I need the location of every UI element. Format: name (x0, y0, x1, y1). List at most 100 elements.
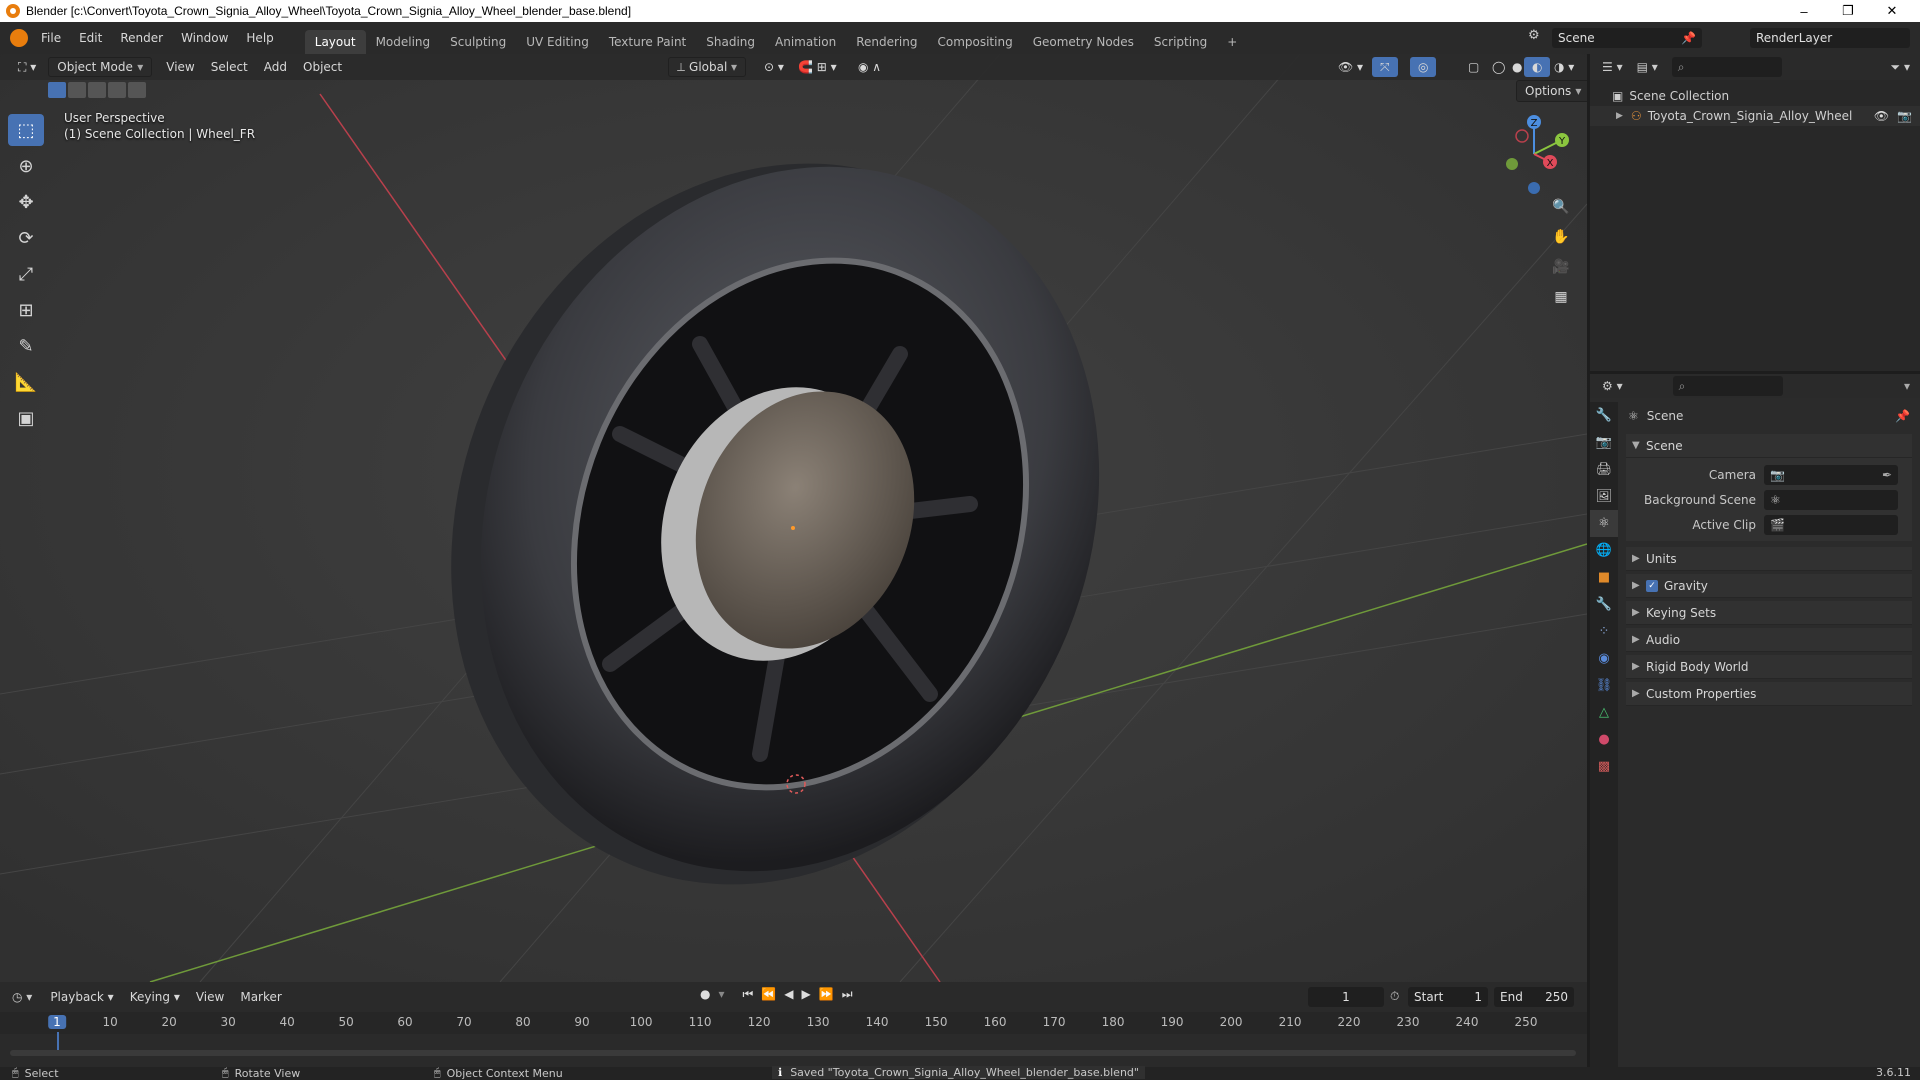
filter-icon[interactable]: ⏷ ▾ (1891, 60, 1910, 75)
eye-icon[interactable]: 👁 (1874, 109, 1889, 123)
menu-playback[interactable]: Playback ▾ (42, 987, 121, 1007)
scene-type-icon[interactable]: ⚙ (1528, 28, 1546, 48)
material-tab-icon[interactable]: ● (1590, 726, 1618, 753)
next-keyframe-icon[interactable]: ⏩ (819, 987, 834, 1002)
context-pin-icon[interactable]: 📌 (1895, 409, 1910, 423)
section-custom-properties[interactable]: ▶ Custom Properties (1626, 682, 1912, 706)
add-cube-tool-icon[interactable]: ▣ (8, 402, 44, 434)
visibility-icon[interactable]: 👁 ▾ (1330, 57, 1371, 77)
blender-menu-icon[interactable] (10, 29, 28, 47)
properties-editor-icon[interactable]: ⚙ ▾ (1602, 379, 1623, 393)
view-layer-tab-icon[interactable]: 🖼 (1590, 483, 1618, 510)
menu-select[interactable]: Select (203, 57, 256, 77)
transform-orientation-dropdown[interactable]: ⟂ Global ▾ (668, 57, 746, 77)
rotate-tool-icon[interactable]: ⟳ (8, 222, 44, 254)
select-extend-icon[interactable] (68, 82, 86, 98)
section-audio[interactable]: ▶ Audio (1626, 628, 1912, 652)
expand-chevron-icon[interactable]: ▶ (1616, 111, 1623, 121)
annotate-tool-icon[interactable]: ✎ (8, 330, 44, 362)
tab-texture-paint[interactable]: Texture Paint (599, 30, 696, 54)
outliner-search-input[interactable]: ⌕ (1671, 57, 1782, 77)
shading-rendered-icon[interactable]: ◑ ▾ (1546, 57, 1582, 77)
properties-search-input[interactable]: ⌕ (1672, 376, 1783, 396)
output-tab-icon[interactable]: 🖨 (1590, 456, 1618, 483)
gravity-checkbox[interactable]: ✓ (1646, 579, 1658, 592)
current-frame-field[interactable]: 1 (1308, 987, 1384, 1007)
3d-viewport[interactable]: ⛶ ▾ Object Mode ▾ View Select Add Object … (0, 54, 1587, 982)
outliner-row-scene-collection[interactable]: ▣ Scene Collection (1590, 86, 1920, 106)
select-invert-icon[interactable] (108, 82, 126, 98)
constraints-tab-icon[interactable]: ⛓ (1590, 672, 1618, 699)
world-tab-icon[interactable]: 🌐 (1590, 537, 1618, 564)
tab-animation[interactable]: Animation (765, 30, 846, 54)
tab-scripting[interactable]: Scripting (1144, 30, 1217, 54)
render-tab-icon[interactable]: 📷 (1590, 429, 1618, 456)
tab-shading[interactable]: Shading (696, 30, 765, 54)
tab-sculpting[interactable]: Sculpting (440, 30, 516, 54)
menu-timeline-view[interactable]: View (188, 987, 232, 1007)
menu-render[interactable]: Render (111, 22, 172, 54)
pin-icon[interactable]: 📌 (1681, 31, 1696, 45)
snap-icon[interactable]: 🧲 ⊞ ▾ (790, 57, 845, 77)
editor-type-icon[interactable]: ⛶ ▾ (10, 57, 44, 77)
menu-file[interactable]: File (32, 22, 70, 54)
tab-layout[interactable]: Layout (304, 30, 366, 54)
options-dropdown[interactable]: Options ▾ (1516, 80, 1587, 102)
play-reverse-icon[interactable]: ◀ (784, 987, 793, 1002)
add-workspace-button[interactable]: + (1217, 30, 1247, 54)
display-mode-icon[interactable]: ▤ ▾ (1637, 60, 1658, 74)
scene-tab-icon[interactable]: ⚛ (1590, 510, 1618, 537)
close-button[interactable]: ✕ (1870, 0, 1914, 22)
menu-view[interactable]: View (158, 57, 202, 77)
camera-field[interactable]: 📷 ✒ (1764, 464, 1898, 485)
section-keying-sets[interactable]: ▶ Keying Sets (1626, 601, 1912, 625)
stopwatch-icon[interactable]: ⏱ (1390, 989, 1399, 1004)
section-scene-header[interactable]: ▼ Scene (1626, 434, 1912, 458)
eyedropper-icon[interactable]: ✒ (1882, 468, 1892, 482)
timeline-scrollbar[interactable] (10, 1050, 1576, 1056)
gizmo-toggle-icon[interactable]: ⤧ (1372, 57, 1398, 77)
status-report[interactable]: ℹ Saved "Toyota_Crown_Signia_Alloy_Wheel… (772, 1066, 1145, 1079)
mode-dropdown[interactable]: Object Mode ▾ (48, 57, 153, 77)
jump-start-icon[interactable]: ⏮ (743, 987, 754, 1002)
scale-tool-icon[interactable]: ⤢ (8, 258, 44, 290)
section-units[interactable]: ▶ Units (1626, 547, 1912, 571)
tab-compositing[interactable]: Compositing (927, 30, 1022, 54)
tab-rendering[interactable]: Rendering (846, 30, 927, 54)
tab-uv-editing[interactable]: UV Editing (516, 30, 599, 54)
minimize-button[interactable]: – (1782, 0, 1826, 22)
scene-field[interactable]: Scene 📌 (1552, 28, 1702, 48)
object-tab-icon[interactable]: ■ (1590, 564, 1618, 591)
particles-tab-icon[interactable]: ⁘ (1590, 618, 1618, 645)
menu-edit[interactable]: Edit (70, 22, 111, 54)
tab-modeling[interactable]: Modeling (366, 30, 441, 54)
data-tab-icon[interactable]: △ (1590, 699, 1618, 726)
measure-tool-icon[interactable]: 📐 (8, 366, 44, 398)
select-intersect-icon[interactable] (128, 82, 146, 98)
menu-keying[interactable]: Keying ▾ (122, 987, 188, 1007)
active-clip-field[interactable]: 🎬 (1764, 514, 1898, 535)
start-frame-field[interactable]: Start 1 (1408, 987, 1488, 1007)
texture-tab-icon[interactable]: ▩ (1590, 753, 1618, 780)
overlay-toggle-icon[interactable]: ◎ (1410, 57, 1437, 77)
move-tool-icon[interactable]: ✥ (8, 186, 44, 218)
section-gravity[interactable]: ▶ ✓ Gravity (1626, 574, 1912, 598)
menu-add[interactable]: Add (256, 57, 295, 77)
select-new-icon[interactable] (48, 82, 66, 98)
menu-help[interactable]: Help (237, 22, 282, 54)
pivot-icon[interactable]: ⊙ ▾ (756, 57, 792, 77)
menu-object[interactable]: Object (295, 57, 350, 77)
record-options-icon[interactable]: ▾ (718, 987, 724, 1002)
end-frame-field[interactable]: End 250 (1494, 987, 1574, 1007)
proportional-edit-icon[interactable]: ◉ ∧ (850, 57, 889, 77)
outliner-editor-icon[interactable]: ☰ ▾ (1602, 60, 1623, 74)
render-camera-icon[interactable]: 📷 (1897, 109, 1912, 123)
background-scene-field[interactable]: ⚛ (1764, 489, 1898, 510)
cursor-tool-icon[interactable]: ⊕ (8, 150, 44, 182)
camera-view-icon[interactable]: 🎥 (1548, 254, 1574, 280)
prev-keyframe-icon[interactable]: ⏪ (761, 987, 776, 1002)
transform-tool-icon[interactable]: ⊞ (8, 294, 44, 326)
navigation-gizmo[interactable]: Z Y X (1494, 114, 1574, 194)
select-subtract-icon[interactable] (88, 82, 106, 98)
section-rigid-body-world[interactable]: ▶ Rigid Body World (1626, 655, 1912, 679)
